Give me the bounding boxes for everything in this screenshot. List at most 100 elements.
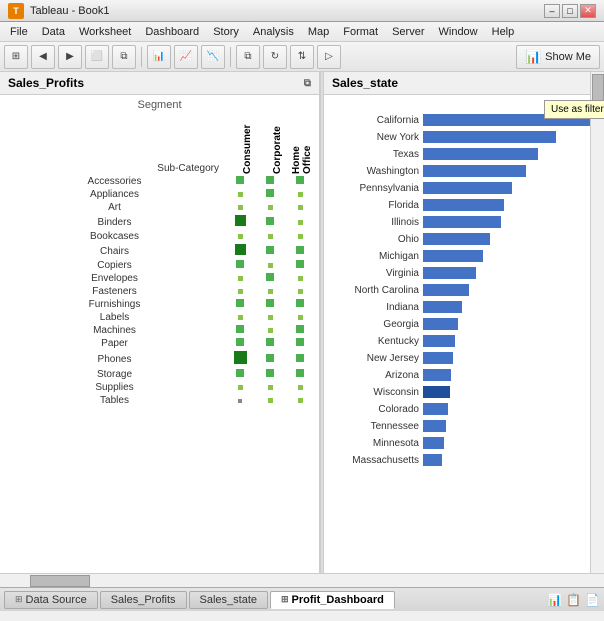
bar-label: Washington — [328, 166, 423, 177]
bar-fill[interactable] — [423, 284, 469, 296]
menu-format[interactable]: Format — [337, 24, 384, 40]
dot-cell — [225, 230, 255, 243]
profit-dot — [296, 354, 304, 362]
left-panel-title: Sales_Profits — [8, 76, 84, 90]
list-item: Michigan — [328, 248, 600, 264]
bar-fill[interactable] — [423, 233, 490, 245]
bar-fill[interactable] — [423, 454, 442, 466]
profit-dot — [236, 369, 244, 377]
dot-cell — [225, 394, 255, 407]
list-item: Texas — [328, 146, 600, 162]
sub-cat-cell: Art — [4, 201, 225, 214]
dot-cell — [285, 243, 315, 259]
bar-fill[interactable] — [423, 369, 451, 381]
menu-story[interactable]: Story — [207, 24, 245, 40]
menu-server[interactable]: Server — [386, 24, 430, 40]
bar-fill[interactable] — [423, 165, 526, 177]
list-item: Illinois — [328, 214, 600, 230]
toolbar-refresh[interactable]: ↻ — [263, 45, 287, 69]
new-sheet-icon[interactable]: 📊 — [547, 593, 562, 607]
show-me-label: Show Me — [545, 51, 591, 63]
dot-cell — [285, 259, 315, 272]
menu-worksheet[interactable]: Worksheet — [73, 24, 137, 40]
list-item: Massachusetts — [328, 452, 600, 468]
list-item: Virginia — [328, 265, 600, 281]
bar-fill[interactable] — [423, 216, 501, 228]
toolbar-filter[interactable]: ⧉ — [236, 45, 260, 69]
tab-sales-state[interactable]: Sales_state — [189, 591, 268, 609]
dot-cell — [285, 298, 315, 311]
toolbar-chart3[interactable]: 📉 — [201, 45, 225, 69]
sub-cat-cell: Copiers — [4, 259, 225, 272]
sub-cat-cell: Supplies — [4, 381, 225, 394]
toolbar-present[interactable]: ▷ — [317, 45, 341, 69]
bar-fill[interactable] — [423, 386, 450, 398]
dot-cell — [225, 298, 255, 311]
profit-dot — [298, 234, 303, 239]
bar-fill[interactable] — [423, 250, 483, 262]
toolbar-sort[interactable]: ⇅ — [290, 45, 314, 69]
table-row: Phones — [4, 350, 315, 368]
bar-fill[interactable] — [423, 182, 512, 194]
dot-cell — [255, 337, 285, 350]
bar-fill[interactable] — [423, 301, 462, 313]
bar-fill[interactable] — [423, 267, 476, 279]
toolbar-chart2[interactable]: 📈 — [174, 45, 198, 69]
toolbar-back[interactable]: ◀ — [31, 45, 55, 69]
toolbar-new-sheet[interactable]: ⬜ — [85, 45, 109, 69]
bar-fill[interactable] — [423, 403, 448, 415]
bar-fill[interactable] — [423, 199, 504, 211]
show-me-button[interactable]: 📊 Show Me — [516, 45, 600, 69]
right-scrollbar[interactable] — [590, 72, 604, 573]
menu-data[interactable]: Data — [36, 24, 71, 40]
toolbar-save[interactable]: ⊞ — [4, 45, 28, 69]
bar-fill[interactable] — [423, 335, 455, 347]
h-scroll-thumb[interactable] — [30, 575, 90, 587]
tab-data-source[interactable]: ⊞ Data Source — [4, 591, 98, 609]
bar-fill[interactable] — [423, 131, 556, 143]
bar-fill[interactable] — [423, 437, 444, 449]
new-dashboard-icon[interactable]: 📋 — [566, 593, 581, 607]
profit-dot — [266, 217, 274, 225]
sub-cat-cell: Appliances — [4, 188, 225, 201]
menu-file[interactable]: File — [4, 24, 34, 40]
bar-fill[interactable] — [423, 420, 446, 432]
bar-label: Florida — [328, 200, 423, 211]
col-consumer: Consumer — [225, 115, 255, 175]
list-item: New Jersey — [328, 350, 600, 366]
menu-window[interactable]: Window — [433, 24, 484, 40]
bar-label: Arizona — [328, 370, 423, 381]
menu-analysis[interactable]: Analysis — [247, 24, 300, 40]
profit-dot — [296, 325, 304, 333]
menu-map[interactable]: Map — [302, 24, 335, 40]
bar-fill[interactable] — [423, 318, 458, 330]
menu-bar: File Data Worksheet Dashboard Story Anal… — [0, 22, 604, 42]
sub-cat-cell: Envelopes — [4, 272, 225, 285]
new-story-icon[interactable]: 📄 — [585, 593, 600, 607]
bottom-tabs: ⊞ Data Source Sales_Profits Sales_state … — [0, 587, 604, 611]
toolbar-duplicate[interactable]: ⧉ — [112, 45, 136, 69]
minimize-button[interactable]: – — [544, 4, 560, 18]
external-link-icon[interactable]: ⧉ — [304, 78, 311, 89]
dot-cell — [225, 243, 255, 259]
tab-sales-profits[interactable]: Sales_Profits — [100, 591, 187, 609]
menu-help[interactable]: Help — [486, 24, 521, 40]
toolbar-forward[interactable]: ▶ — [58, 45, 82, 69]
list-item: Wisconsin — [328, 384, 600, 400]
maximize-button[interactable]: □ — [562, 4, 578, 18]
sub-cat-cell: Furnishings — [4, 298, 225, 311]
profit-dot — [296, 176, 304, 184]
tab-profit-dashboard[interactable]: ⊞ Profit_Dashboard — [270, 591, 395, 609]
bottom-scrollbar[interactable] — [0, 573, 604, 587]
bar-fill[interactable] — [423, 148, 538, 160]
bar-fill[interactable] — [423, 352, 453, 364]
dot-cell — [225, 337, 255, 350]
bar-background — [423, 233, 600, 245]
close-button[interactable]: ✕ — [580, 4, 596, 18]
dot-cell — [225, 311, 255, 324]
dot-cell — [225, 188, 255, 201]
profit-dot — [238, 289, 243, 294]
toolbar-chart1[interactable]: 📊 — [147, 45, 171, 69]
menu-dashboard[interactable]: Dashboard — [139, 24, 205, 40]
bar-background — [423, 182, 600, 194]
